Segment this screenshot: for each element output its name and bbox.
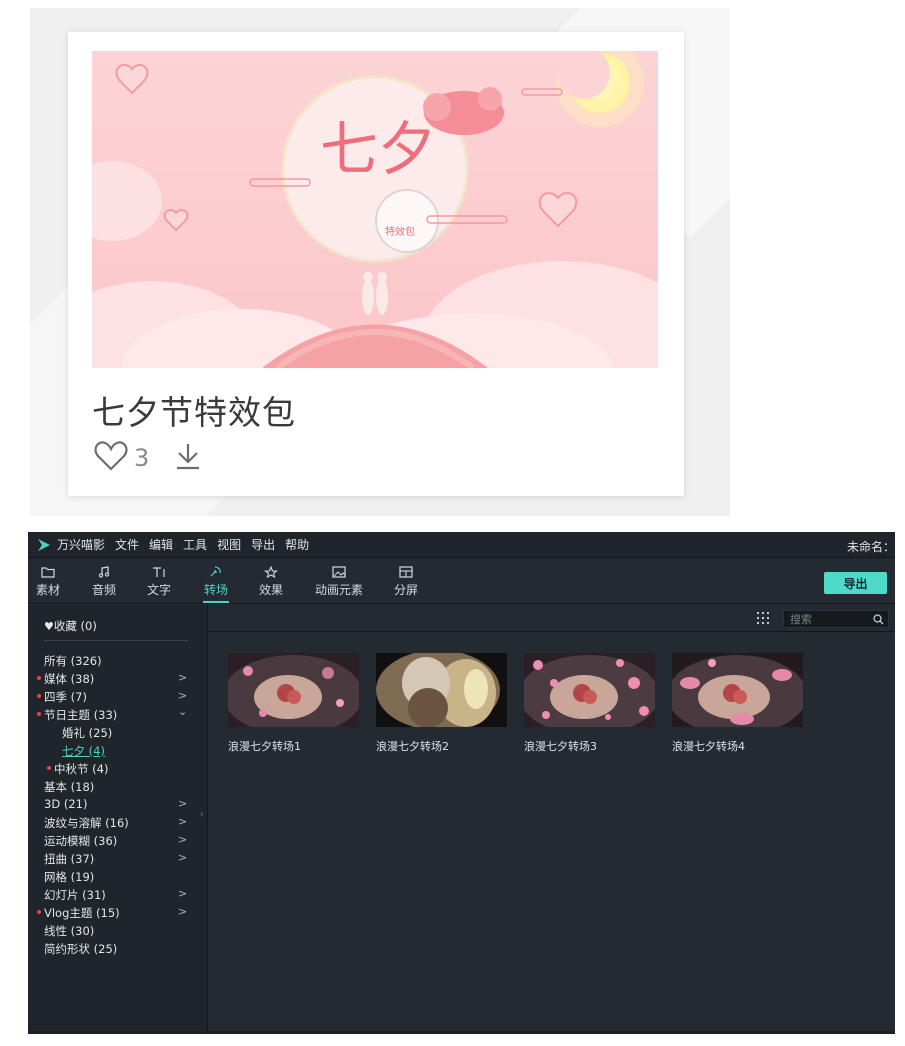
tab-audio[interactable]: 音频	[92, 563, 116, 598]
tab-split-screen[interactable]: 分屏	[394, 563, 418, 598]
category-media[interactable]: 媒体 (38)	[37, 671, 94, 687]
editor-window: 万兴喵影 文件 编辑 工具 视图 导出 帮助 未命名： 素材 音频 文字 转场 …	[28, 532, 895, 1032]
category-holidays[interactable]: 节日主题 (33)	[37, 707, 117, 723]
collapse-sidebar-icon[interactable]: ‹	[200, 810, 204, 820]
category-seasons[interactable]: 四季 (7)	[37, 689, 87, 705]
favorites-item[interactable]: ♥收藏 (0)	[44, 618, 97, 634]
menu-export[interactable]: 导出	[251, 536, 275, 553]
search-icon[interactable]	[873, 614, 884, 625]
menu-help[interactable]: 帮助	[285, 536, 309, 553]
window-bottom-edge	[28, 1031, 895, 1034]
folder-icon	[41, 567, 55, 578]
category-mid-autumn[interactable]: 中秋节 (4)	[47, 761, 108, 777]
category-grid[interactable]: 网格 (19)	[44, 869, 94, 885]
transition-label: 浪漫七夕转场2	[376, 740, 449, 753]
transition-label: 浪漫七夕转场1	[228, 740, 301, 753]
tab-transitions[interactable]: 转场	[203, 563, 229, 603]
effects-icon	[264, 566, 278, 578]
transitions-panel: 浪漫七夕转场1 浪漫七夕转场2	[209, 605, 895, 1032]
transition-item-4[interactable]: 浪漫七夕转场4	[667, 653, 807, 754]
chevron-right-icon[interactable]: >	[178, 689, 187, 702]
category-all[interactable]: 所有 (326)	[44, 653, 102, 669]
promo-card-area: 七夕 特效包 七夕节特效包 3	[30, 8, 730, 516]
category-sidebar: ♥收藏 (0) 所有 (326) 媒体 (38) > 四季 (7) > 节日主题…	[28, 605, 208, 1032]
transition-thumbnail[interactable]	[223, 653, 363, 735]
tab-elements[interactable]: 动画元素	[314, 563, 364, 598]
split-screen-icon	[399, 566, 413, 578]
app-logo-icon	[38, 538, 50, 551]
tab-effects[interactable]: 效果	[259, 563, 283, 598]
download-button[interactable]	[176, 442, 200, 474]
category-linear[interactable]: 线性 (30)	[44, 923, 94, 939]
download-icon	[177, 444, 199, 470]
app-name: 万兴喵影	[57, 538, 106, 552]
new-dot-icon	[37, 910, 41, 914]
transition-thumbnail[interactable]	[667, 653, 807, 735]
menu-edit[interactable]: 编辑	[149, 536, 173, 553]
export-button[interactable]: 导出	[824, 572, 887, 594]
transition-thumbnail[interactable]	[519, 653, 659, 735]
category-warp[interactable]: 扭曲 (37)	[44, 851, 94, 867]
category-basic[interactable]: 基本 (18)	[44, 779, 94, 795]
effect-pack-banner[interactable]: 七夕 特效包	[92, 51, 658, 368]
category-ripple-dissolve[interactable]: 波纹与溶解 (16)	[44, 815, 129, 831]
image-icon	[332, 566, 346, 578]
new-dot-icon	[47, 766, 51, 770]
new-dot-icon	[37, 676, 41, 680]
heart-icon[interactable]	[94, 441, 128, 471]
chevron-right-icon[interactable]: >	[178, 671, 187, 684]
divider	[44, 640, 188, 641]
chevron-right-icon[interactable]: >	[178, 851, 187, 864]
chevron-right-icon[interactable]: >	[178, 833, 187, 846]
effect-pack-card[interactable]: 七夕 特效包 七夕节特效包 3	[68, 32, 684, 496]
category-simple-shapes[interactable]: 简约形状 (25)	[44, 941, 117, 957]
chevron-right-icon[interactable]: >	[178, 815, 187, 828]
chevron-right-icon[interactable]: >	[178, 905, 187, 918]
media-toolbar: 素材 音频 文字 转场 效果 动画元素 分屏 导出	[28, 559, 895, 604]
transition-thumbnail[interactable]	[376, 650, 507, 730]
menu-view[interactable]: 视图	[217, 536, 241, 553]
music-note-icon	[98, 566, 110, 578]
card-title: 七夕节特效包	[92, 393, 296, 432]
category-wedding[interactable]: 婚礼 (25)	[62, 725, 112, 741]
search-box[interactable]	[783, 610, 889, 628]
banner-title: 七夕	[320, 115, 436, 183]
chevron-down-icon[interactable]: ⌄	[178, 705, 187, 718]
menu-tools[interactable]: 工具	[183, 536, 207, 553]
transition-icon	[210, 566, 221, 577]
category-slideshow[interactable]: 幻灯片 (31)	[44, 887, 106, 903]
transition-label: 浪漫七夕转场4	[672, 740, 745, 753]
search-input[interactable]	[790, 612, 870, 626]
transition-label: 浪漫七夕转场3	[524, 740, 597, 753]
transition-item-1[interactable]: 浪漫七夕转场1	[223, 653, 363, 754]
menu-file[interactable]: 文件	[115, 536, 139, 553]
category-motion-blur[interactable]: 运动模糊 (36)	[44, 833, 117, 849]
tab-media[interactable]: 素材	[36, 563, 60, 598]
category-vlog[interactable]: Vlog主题 (15)	[37, 905, 120, 921]
new-dot-icon	[37, 712, 41, 716]
menu-bar: 万兴喵影 文件 编辑 工具 视图 导出 帮助 未命名：	[28, 532, 895, 558]
grid-view-icon[interactable]	[757, 612, 769, 624]
transition-item-3[interactable]: 浪漫七夕转场3	[519, 653, 659, 754]
tab-text[interactable]: 文字	[147, 563, 171, 598]
panel-toolbar	[209, 605, 895, 632]
like-group[interactable]: 3	[94, 440, 149, 472]
category-3d[interactable]: 3D (21)	[44, 797, 87, 811]
chevron-right-icon[interactable]: >	[178, 887, 187, 900]
chevron-right-icon[interactable]: >	[178, 797, 187, 810]
like-count: 3	[134, 444, 150, 472]
category-qixi[interactable]: 七夕 (4)	[62, 743, 105, 759]
transition-item-2[interactable]: 浪漫七夕转场2	[376, 650, 507, 754]
text-icon	[153, 567, 165, 577]
heart-icon: ♥	[44, 620, 54, 633]
banner-badge: 特效包	[385, 225, 415, 238]
project-name: 未命名：	[846, 540, 895, 554]
new-dot-icon	[37, 694, 41, 698]
